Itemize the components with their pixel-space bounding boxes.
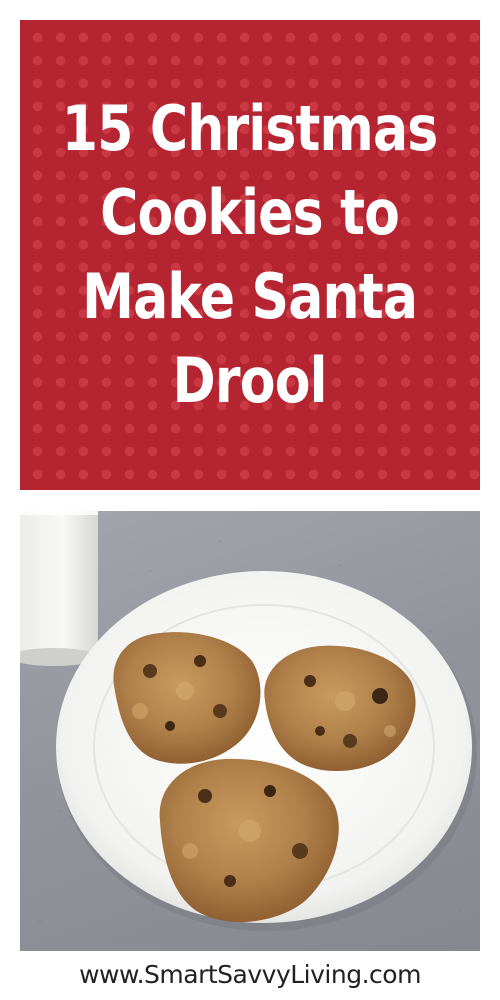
website-url: www.SmartSavvyLiving.com: [79, 960, 421, 989]
cookie-photo-illustration: [20, 511, 477, 943]
cookie-photo: [20, 511, 480, 951]
title-panel: 15 Christmas Cookies to Make Santa Drool: [20, 20, 480, 490]
milk-glass: [20, 511, 98, 666]
title-line-4: Drool: [172, 344, 328, 417]
title-line-3: Make Santa: [82, 260, 418, 333]
title-line-2: Cookies to: [100, 176, 400, 249]
title-line-1: 15 Christmas: [62, 92, 439, 165]
pin-graphic: 15 Christmas Cookies to Make Santa Drool: [0, 0, 500, 1000]
page-title: 15 Christmas Cookies to Make Santa Drool: [62, 87, 439, 423]
